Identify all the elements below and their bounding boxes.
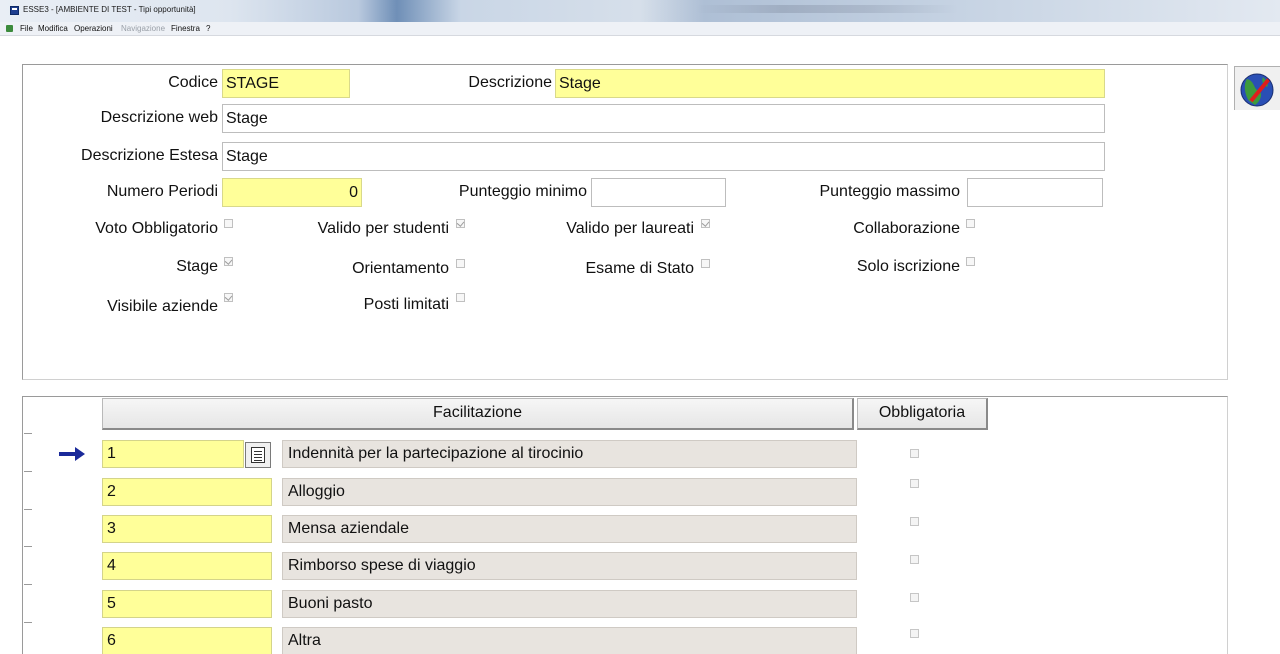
solo-iscrizione-checkbox[interactable] <box>966 257 975 266</box>
descrizione-field[interactable]: Stage <box>555 69 1105 98</box>
facilitazione-code-cell[interactable]: 5 <box>102 590 272 618</box>
menu-finestra[interactable]: Finestra <box>171 24 200 33</box>
solo-iscrizione-label: Solo iscrizione <box>856 258 960 275</box>
obbligatoria-checkbox[interactable] <box>910 555 919 564</box>
esame-di-stato-checkbox[interactable] <box>701 259 710 268</box>
voto-obbligatorio-checkbox[interactable] <box>224 219 233 228</box>
lookup-button[interactable] <box>245 442 271 468</box>
facilitazione-desc-cell[interactable]: Mensa aziendale <box>282 515 857 543</box>
posti-limitati-label: Posti limitati <box>363 296 449 313</box>
row-marker <box>24 433 32 434</box>
globe-help-icon <box>1240 73 1274 107</box>
valido-laureati-label: Valido per laureati <box>566 220 694 237</box>
menu-bar: File Modifica Operazioni Navigazione Fin… <box>0 22 1280 36</box>
header-obbligatoria[interactable]: Obbligatoria <box>857 398 988 430</box>
obbligatoria-checkbox[interactable] <box>910 479 919 488</box>
collaborazione-label: Collaborazione <box>853 220 960 237</box>
facilitazione-desc-cell[interactable]: Altra <box>282 627 857 654</box>
app-icon[interactable] <box>10 6 19 15</box>
descrizione-label: Descrizione <box>468 74 552 91</box>
descrizione-web-field[interactable]: Stage <box>222 104 1105 133</box>
punteggio-minimo-field[interactable] <box>591 178 726 207</box>
current-row-arrow-icon <box>59 447 85 461</box>
orientamento-label: Orientamento <box>352 260 449 277</box>
punteggio-minimo-label: Punteggio minimo <box>458 183 587 200</box>
facilitazione-code-cell[interactable]: 4 <box>102 552 272 580</box>
collaborazione-checkbox[interactable] <box>966 219 975 228</box>
menu-operazioni[interactable]: Operazioni <box>74 24 113 33</box>
numero-periodi-label: Numero Periodi <box>106 183 218 200</box>
row-marker <box>24 471 32 472</box>
facilitazione-code-cell[interactable]: 6 <box>102 627 272 654</box>
header-facilitazione[interactable]: Facilitazione <box>102 398 854 430</box>
obbligatoria-checkbox[interactable] <box>910 449 919 458</box>
posti-limitati-checkbox[interactable] <box>456 293 465 302</box>
descrizione-estesa-label: Descrizione Estesa <box>81 147 218 164</box>
descrizione-web-label: Descrizione web <box>100 109 218 126</box>
facilitazione-desc-cell[interactable]: Indennità per la partecipazione al tiroc… <box>282 440 857 468</box>
title-bar-background-text <box>696 5 958 13</box>
punteggio-massimo-label: Punteggio massimo <box>819 183 960 200</box>
codice-label: Codice <box>168 74 218 91</box>
obbligatoria-checkbox[interactable] <box>910 517 919 526</box>
punteggio-massimo-field[interactable] <box>967 178 1103 207</box>
obbligatoria-checkbox[interactable] <box>910 593 919 602</box>
menu-system-icon[interactable] <box>6 25 13 32</box>
stage-checkbox[interactable] <box>224 257 233 266</box>
globe-help-button[interactable] <box>1234 66 1280 110</box>
menu-file[interactable]: File <box>20 24 33 33</box>
row-marker <box>24 622 32 623</box>
menu-navigazione: Navigazione <box>121 24 166 33</box>
menu-help[interactable]: ? <box>206 24 210 33</box>
facilitazione-desc-cell[interactable]: Alloggio <box>282 478 857 506</box>
valido-studenti-label: Valido per studenti <box>317 220 449 237</box>
title-bar: ESSE3 - [AMBIENTE DI TEST - Tipi opportu… <box>0 0 1280 22</box>
obbligatoria-checkbox[interactable] <box>910 629 919 638</box>
visibile-aziende-checkbox[interactable] <box>224 293 233 302</box>
window-title: ESSE3 - [AMBIENTE DI TEST - Tipi opportu… <box>23 5 196 14</box>
stage-label: Stage <box>176 258 218 275</box>
visibile-aziende-label: Visibile aziende <box>107 298 218 315</box>
row-marker <box>24 509 32 510</box>
facilitazione-code-cell[interactable]: 2 <box>102 478 272 506</box>
facilitazione-code-cell[interactable]: 1 <box>102 440 244 468</box>
codice-field[interactable]: STAGE <box>222 69 350 98</box>
descrizione-estesa-field[interactable]: Stage <box>222 142 1105 171</box>
menu-modifica[interactable]: Modifica <box>38 24 68 33</box>
facilitazione-desc-cell[interactable]: Buoni pasto <box>282 590 857 618</box>
valido-laureati-checkbox[interactable] <box>701 219 710 228</box>
numero-periodi-field[interactable]: 0 <box>222 178 362 207</box>
valido-studenti-checkbox[interactable] <box>456 219 465 228</box>
facilitazione-desc-cell[interactable]: Rimborso spese di viaggio <box>282 552 857 580</box>
facilitazione-code-cell[interactable]: 3 <box>102 515 272 543</box>
orientamento-checkbox[interactable] <box>456 259 465 268</box>
voto-obbligatorio-label: Voto Obbligatorio <box>95 220 218 237</box>
row-marker <box>24 584 32 585</box>
lookup-document-icon <box>251 447 265 463</box>
row-marker <box>24 546 32 547</box>
esame-di-stato-label: Esame di Stato <box>585 260 695 277</box>
